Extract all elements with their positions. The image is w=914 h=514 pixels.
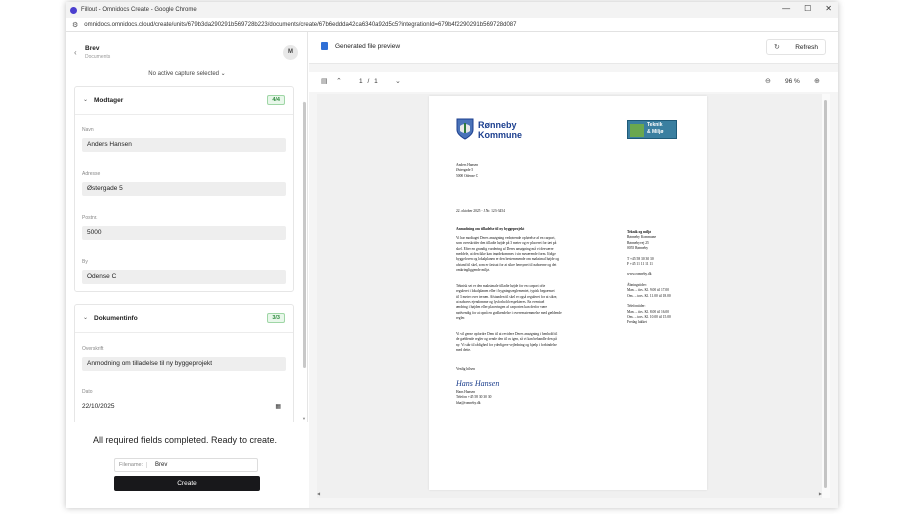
signature: Hans Hansen <box>456 379 500 388</box>
chevron-down-icon: ⌄ <box>220 71 226 77</box>
address-bar[interactable]: ⚙ omnidocs.omnidocs.cloud/create/units/6… <box>66 18 838 32</box>
scrollbar-thumb[interactable] <box>303 102 306 368</box>
sender-line: hha@ronneby.dk <box>456 400 481 405</box>
municipality-name-line2: Kommune <box>478 130 523 140</box>
field-label-adresse: Adresse <box>82 171 101 177</box>
url-text[interactable]: omnidocs.omnidocs.cloud/create/units/679… <box>84 22 516 28</box>
file-preview-icon <box>321 42 328 50</box>
postnr-input[interactable]: 5000 <box>82 226 286 240</box>
body-line: regler. <box>456 315 466 320</box>
create-footer: All required fields completed. Ready to … <box>66 422 308 508</box>
filename-field[interactable]: Filename: Brev <box>114 458 258 472</box>
dato-input[interactable]: 22/10/2025 ▦ <box>82 400 286 414</box>
browser-window: Fillout - Omnidocs Create - Google Chrom… <box>66 2 838 508</box>
completion-badge: 3/3 <box>267 313 285 323</box>
preview-header: Generated file preview ↻ Refresh <box>309 32 838 64</box>
municipality-name-line1: Rønneby <box>478 120 517 130</box>
sidebar-line: www.ronneby.dk <box>627 272 652 277</box>
form-scroll-area[interactable]: ⌄ Modtager 4/4 Navn Anders Hansen Adress… <box>74 86 302 422</box>
create-button[interactable]: Create <box>114 476 260 491</box>
recipient-line: 5000 Odense C <box>456 173 479 178</box>
minimize-button[interactable]: — <box>782 4 790 13</box>
refresh-icon: ↻ <box>774 44 780 51</box>
by-input[interactable]: Odense C <box>82 270 286 284</box>
page-indicator: 1 / 1 <box>359 78 378 85</box>
leaf-icon <box>630 124 644 137</box>
filename-label: Filename: <box>119 462 148 468</box>
form-scrollbar[interactable]: ▲ ▼ <box>302 78 307 422</box>
refresh-button[interactable]: ↻ Refresh <box>766 39 826 55</box>
viewer-vertical-scrollbar[interactable] <box>822 94 830 498</box>
completion-badge: 4/4 <box>267 95 285 105</box>
scroll-down-icon[interactable]: ▼ <box>302 416 306 421</box>
document-page: Rønneby Kommune Teknik & Miljø Anders Han… <box>429 96 707 490</box>
page-current[interactable]: 1 <box>359 78 363 85</box>
refresh-label: Refresh <box>795 44 818 51</box>
scroll-right-icon[interactable]: ▶ <box>819 491 822 496</box>
zoom-level[interactable]: 96 % <box>785 78 800 85</box>
back-arrow-icon[interactable]: ‹ <box>74 48 77 57</box>
logo-text: Teknik & Miljø <box>647 122 664 135</box>
field-label-by: By <box>82 259 88 265</box>
preview-panel: Generated file preview ↻ Refresh ▤ ⌃ 1 /… <box>309 32 838 508</box>
section-header[interactable]: ⌄ Dokumentinfo 3/3 <box>75 305 293 333</box>
adresse-input[interactable]: Østergade 5 <box>82 182 286 196</box>
chevron-down-icon: ⌄ <box>83 97 89 103</box>
section-title: Modtager <box>94 97 124 104</box>
window-title: Fillout - Omnidocs Create - Google Chrom… <box>81 7 197 13</box>
viewer-horizontal-scrollbar[interactable]: ◀ ▶ <box>317 490 822 498</box>
sidebar-toggle-icon[interactable]: ▤ <box>321 77 328 85</box>
navn-input[interactable]: Anders Hansen <box>82 138 286 152</box>
section-title: Dokumentinfo <box>94 315 138 322</box>
letter-heading: Anmodning om tilladelse til ny byggeproj… <box>456 227 525 231</box>
sidebar-line: F +45 11 11 11 11 <box>627 261 653 266</box>
ready-message: All required fields completed. Ready to … <box>92 435 278 445</box>
sidebar-line: Ons. – tors. Kl. 11.00 til 18.00 <box>627 293 671 298</box>
form-panel: ‹ Brev Documents M No active capture sel… <box>66 32 308 508</box>
preview-title: Generated file preview <box>335 43 401 50</box>
pdf-toolbar: ▤ ⌃ 1 / 1 ⌄ ⊖ 96 % ⊕ <box>309 72 838 92</box>
teknik-miljo-logo: Teknik & Miljø <box>627 120 677 139</box>
scroll-left-icon[interactable]: ◀ <box>317 491 320 496</box>
app-favicon-icon <box>70 6 77 14</box>
form-header: ‹ Brev Documents M <box>66 32 308 68</box>
capture-label: No active capture selected <box>148 71 219 77</box>
section-header[interactable]: ⌄ Modtager 4/4 <box>75 87 293 115</box>
municipality-crest-icon <box>456 118 474 140</box>
closing-line: Venlig hilsen <box>456 367 475 371</box>
section-modtager: ⌄ Modtager 4/4 Navn Anders Hansen Adress… <box>74 86 294 292</box>
title-bar: Fillout - Omnidocs Create - Google Chrom… <box>66 2 838 18</box>
field-label-navn: Navn <box>82 127 94 133</box>
chevron-down-icon: ⌄ <box>83 315 89 321</box>
field-label-dato: Dato <box>82 389 93 395</box>
sidebar-line: Fredag lukket <box>627 320 647 325</box>
document-subtitle: Documents <box>85 54 111 60</box>
chevron-down-icon[interactable]: ⌄ <box>395 77 401 85</box>
body-line: ny. Vi står til rådighed for yderligere … <box>456 342 557 347</box>
maximize-button[interactable]: ☐ <box>804 4 811 13</box>
body-line: omkringliggende miljø. <box>456 267 490 272</box>
chevron-up-icon[interactable]: ⌃ <box>336 77 342 85</box>
close-button[interactable]: ✕ <box>825 4 832 13</box>
capture-selector[interactable]: No active capture selected ⌄ <box>66 70 308 77</box>
dato-value: 22/10/2025 <box>82 403 115 410</box>
scrollbar-thumb[interactable] <box>824 100 827 488</box>
window-controls: — ☐ ✕ <box>782 4 832 13</box>
field-label-overskrift: Overskrift <box>82 346 104 352</box>
body-line: med dette. <box>456 347 471 352</box>
filename-input[interactable]: Brev <box>155 462 167 468</box>
date-reference: 22. oktober 2025 - J.Nr. 123-3454 <box>456 209 505 213</box>
body-line: nødvendig for at opnå en godkendelse i o… <box>456 310 562 315</box>
user-avatar[interactable]: M <box>283 45 298 60</box>
site-settings-icon[interactable]: ⚙ <box>72 21 78 29</box>
overskrift-input[interactable]: Anmodning om tilladelse til ny byggeproj… <box>82 357 286 371</box>
sidebar-line: 0055 Rønneby <box>627 245 649 250</box>
zoom-in-icon[interactable]: ⊕ <box>814 77 820 85</box>
page-total: 1 <box>374 78 378 85</box>
zoom-out-icon[interactable]: ⊖ <box>765 77 771 85</box>
calendar-icon[interactable]: ▦ <box>275 400 281 414</box>
field-label-postnr: Postnr. <box>82 215 98 221</box>
section-dokumentinfo: ⌄ Dokumentinfo 3/3 Overskrift Anmodning … <box>74 304 294 422</box>
document-title: Brev <box>85 45 100 52</box>
